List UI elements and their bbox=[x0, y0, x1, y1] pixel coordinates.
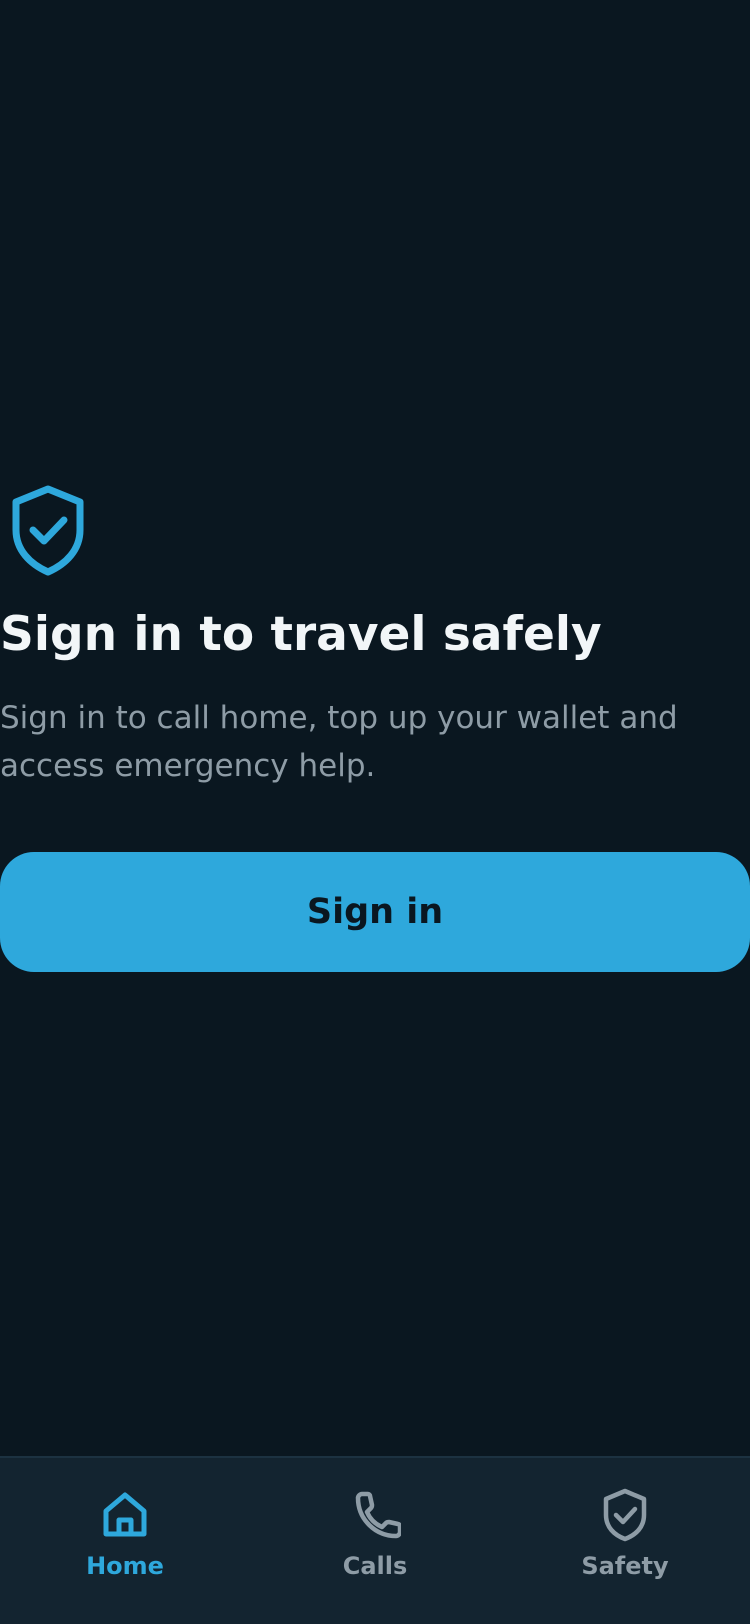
home-icon bbox=[103, 1492, 147, 1537]
page-subtitle: Sign in to call home, top up your wallet… bbox=[0, 700, 678, 784]
sign-in-button[interactable]: Sign in bbox=[0, 852, 750, 972]
bottom-tab-bar: Home Calls Safety bbox=[0, 1456, 750, 1624]
phone-icon bbox=[355, 1491, 401, 1539]
tab-safety[interactable]: Safety bbox=[500, 1458, 750, 1624]
tab-label-safety: Safety bbox=[581, 1552, 669, 1580]
shield-check-icon bbox=[603, 1488, 647, 1542]
tab-label-calls: Calls bbox=[342, 1552, 408, 1580]
tab-label-home: Home bbox=[86, 1552, 164, 1580]
page-title: Sign in to travel safely bbox=[0, 607, 602, 662]
tab-home[interactable]: Home bbox=[0, 1458, 250, 1624]
tab-calls[interactable]: Calls bbox=[250, 1458, 500, 1624]
shield-check-icon bbox=[12, 485, 84, 576]
